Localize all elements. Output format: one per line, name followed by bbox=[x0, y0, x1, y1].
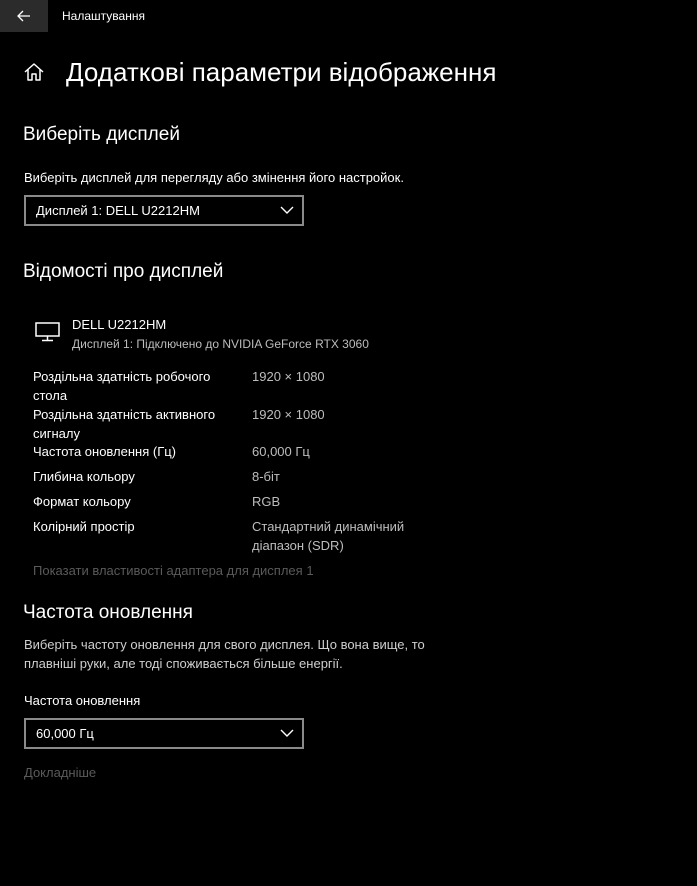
monitor-subtitle: Дисплей 1: Підключено до NVIDIA GeForce … bbox=[72, 337, 369, 351]
back-button[interactable] bbox=[0, 0, 48, 32]
info-label-color-format: Формат кольору bbox=[33, 494, 131, 509]
info-label-refresh-rate: Частота оновлення (Гц) bbox=[33, 444, 177, 459]
title-bar: Налаштування bbox=[0, 0, 697, 32]
info-label-active-signal-resolution: Роздільна здатність активного сигналу bbox=[33, 407, 216, 441]
monitor-name: DELL U2212HM bbox=[72, 317, 167, 332]
info-label-desktop-resolution: Роздільна здатність робочого стола bbox=[33, 369, 211, 403]
home-icon[interactable] bbox=[23, 61, 45, 83]
display-select-value: Дисплей 1: DELL U2212HM bbox=[36, 203, 200, 218]
monitor-icon bbox=[35, 322, 60, 342]
page-title: Додаткові параметри відображення bbox=[66, 57, 497, 87]
info-label-color-space: Колірний простір bbox=[33, 519, 135, 534]
info-value-refresh-rate: 60,000 Гц bbox=[252, 444, 310, 459]
info-value-bit-depth: 8-біт bbox=[252, 469, 280, 484]
display-info-heading: Відомості про дисплей bbox=[23, 261, 224, 282]
info-value-color-format: RGB bbox=[252, 494, 281, 509]
window-title: Налаштування bbox=[62, 9, 145, 23]
refresh-rate-heading: Частота оновлення bbox=[23, 602, 193, 623]
choose-display-heading: Виберіть дисплей bbox=[23, 124, 180, 145]
info-label-bit-depth: Глибина кольору bbox=[33, 469, 135, 484]
info-value-color-space: Стандартний динамічний діапазон (SDR) bbox=[252, 519, 405, 553]
refresh-rate-select-value: 60,000 Гц bbox=[36, 726, 94, 741]
refresh-rate-description: Виберіть частоту оновлення для свого дис… bbox=[24, 637, 425, 671]
chevron-down-icon bbox=[280, 729, 294, 737]
choose-display-description: Виберіть дисплей для перегляду або зміне… bbox=[24, 170, 404, 185]
refresh-rate-select[interactable]: 60,000 Гц bbox=[24, 718, 304, 749]
refresh-rate-field-label: Частота оновлення bbox=[24, 693, 141, 708]
chevron-down-icon bbox=[280, 206, 294, 214]
display-select[interactable]: Дисплей 1: DELL U2212HM bbox=[24, 195, 304, 226]
info-value-active-signal-resolution: 1920 × 1080 bbox=[252, 407, 325, 422]
learn-more-link[interactable]: Докладніше bbox=[24, 765, 96, 780]
back-arrow-icon bbox=[17, 10, 30, 22]
adapter-properties-link[interactable]: Показати властивості адаптера для диспле… bbox=[33, 563, 314, 578]
info-value-desktop-resolution: 1920 × 1080 bbox=[252, 369, 325, 384]
